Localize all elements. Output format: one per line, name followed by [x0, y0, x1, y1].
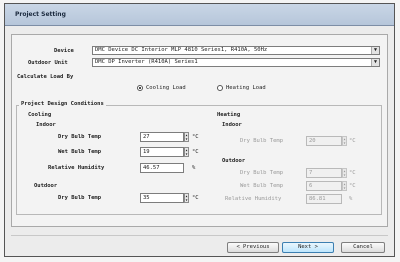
heating-outdoor-wet-bulb-stepper[interactable]: ▲ ▼	[342, 181, 347, 191]
heating-outdoor-dry-bulb-label: Dry Bulb Temp	[240, 170, 284, 176]
heating-load-label: Heating Load	[226, 85, 266, 91]
heating-indoor-title: Indoor	[222, 122, 242, 128]
heating-outdoor-dry-bulb-input[interactable]: 7	[306, 168, 342, 178]
cooling-dry-bulb-label: Dry Bulb Temp	[58, 134, 102, 140]
heating-rh-unit: %	[349, 196, 353, 202]
cooling-rh-unit: %	[192, 165, 196, 171]
cooling-outdoor-dry-bulb-input[interactable]: 35	[140, 193, 184, 203]
design-conditions-title: Project Design Conditions	[19, 101, 106, 107]
heating-title: Heating	[217, 112, 241, 118]
device-select-value: DMC Device DC Interior MLP 4810 Series1,…	[95, 47, 268, 53]
heating-dry-bulb-input[interactable]: 20	[306, 136, 342, 146]
cooling-outdoor-dry-bulb-stepper[interactable]: ▲ ▼	[184, 193, 189, 203]
heating-outdoor-title: Outdoor	[222, 158, 246, 164]
cooling-outdoor-dry-bulb-unit: °C	[192, 195, 199, 201]
calculate-load-label: Calculate Load By	[17, 74, 74, 80]
heating-outdoor-wet-bulb-input[interactable]: 6	[306, 181, 342, 191]
heating-rh-label: Relative Humidity	[225, 196, 282, 202]
heating-dry-bulb-unit: °C	[349, 138, 356, 144]
outdoor-unit-select-value: DMC DP Inverter (R410A) Series1	[95, 59, 198, 65]
cooling-rh-label: Relative Humidity	[48, 165, 105, 171]
heating-load-radio[interactable]	[217, 85, 223, 91]
cooling-wet-bulb-unit: °C	[192, 149, 199, 155]
heating-dry-bulb-label: Dry Bulb Temp	[240, 138, 284, 144]
cooling-load-label: Cooling Load	[146, 85, 186, 91]
cooling-wet-bulb-label: Wet Bulb Temp	[58, 149, 102, 155]
device-label: Device	[54, 48, 74, 54]
outdoor-unit-label: Outdoor Unit	[28, 60, 68, 66]
heating-outdoor-dry-bulb-stepper[interactable]: ▲ ▼	[342, 168, 347, 178]
heating-rh-input[interactable]: 86.81	[306, 194, 342, 204]
heating-outdoor-wet-bulb-label: Wet Bulb Temp	[240, 183, 284, 189]
footer-divider	[11, 235, 388, 236]
window-title: Project Setting	[15, 11, 66, 18]
cooling-rh-input[interactable]: 46.57	[140, 163, 184, 173]
cooling-outdoor-title: Outdoor	[34, 183, 58, 189]
cancel-button[interactable]: Cancel	[341, 242, 385, 253]
outdoor-unit-select[interactable]: DMC DP Inverter (R410A) Series1 ▼	[92, 58, 380, 67]
title-bar[interactable]: Project Setting	[5, 4, 394, 26]
previous-button[interactable]: < Previous	[227, 242, 279, 253]
cooling-indoor-title: Indoor	[36, 122, 56, 128]
cooling-dry-bulb-stepper[interactable]: ▲ ▼	[184, 132, 189, 142]
chevron-down-icon[interactable]: ▼	[371, 59, 379, 66]
cooling-title: Cooling	[28, 112, 52, 118]
cooling-dry-bulb-input[interactable]: 27	[140, 132, 184, 142]
project-setting-dialog: Project Setting Device DMC Device DC Int…	[4, 3, 395, 257]
heating-outdoor-dry-bulb-unit: °C	[349, 170, 356, 176]
next-button[interactable]: Next >	[282, 242, 334, 253]
chevron-down-icon[interactable]: ▼	[371, 47, 379, 54]
cooling-outdoor-dry-bulb-label: Dry Bulb Temp	[58, 195, 102, 201]
device-select[interactable]: DMC Device DC Interior MLP 4810 Series1,…	[92, 46, 380, 55]
cooling-load-radio[interactable]	[137, 85, 143, 91]
cooling-wet-bulb-stepper[interactable]: ▲ ▼	[184, 147, 189, 157]
heating-dry-bulb-stepper[interactable]: ▲ ▼	[342, 136, 347, 146]
cooling-wet-bulb-input[interactable]: 19	[140, 147, 184, 157]
heating-outdoor-wet-bulb-unit: °C	[349, 183, 356, 189]
cooling-dry-bulb-unit: °C	[192, 134, 199, 140]
dialog-content: Device DMC Device DC Interior MLP 4810 S…	[11, 34, 388, 227]
